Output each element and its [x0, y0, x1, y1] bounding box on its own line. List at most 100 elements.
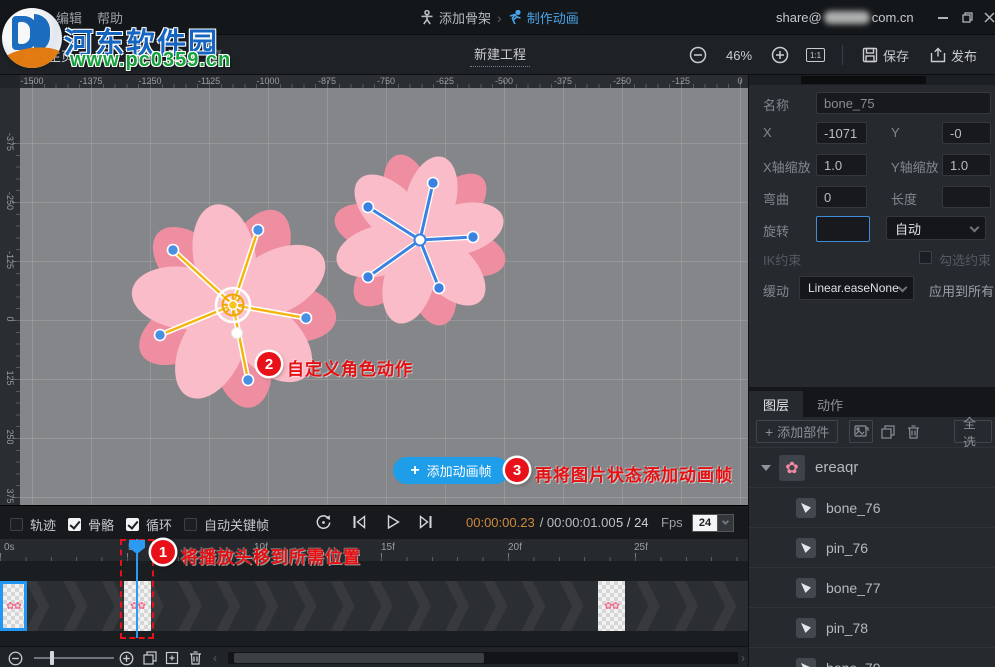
bone-icon	[796, 498, 816, 518]
keyframe-20[interactable]: ✿✿	[598, 581, 625, 631]
flower-left[interactable]	[128, 199, 340, 413]
fps-select[interactable]: 24	[692, 514, 734, 532]
project-name-field[interactable]: 新建工程	[470, 35, 530, 75]
play-icon	[385, 514, 401, 530]
length-field[interactable]	[942, 186, 991, 208]
vertical-ruler: -375-250 -1250 125250 375	[0, 88, 20, 505]
panel-scrollbar[interactable]	[749, 75, 995, 85]
add-animation-frame-button[interactable]: + 添加动画帧	[393, 457, 509, 484]
bend-label: 弯曲	[763, 189, 789, 208]
tree-row[interactable]: bone_77	[749, 567, 995, 607]
tree-row[interactable]: pin_78	[749, 607, 995, 647]
timeline-ruler[interactable]: 0s 5f 10f 15f 20f 25f	[0, 539, 748, 561]
tree-root-row[interactable]: ✿ ereaqr	[749, 447, 995, 487]
back-home-button[interactable]: ‹ 返回主页	[12, 35, 74, 75]
x-field[interactable]: -1071	[816, 122, 867, 144]
window-restore-button[interactable]	[956, 0, 978, 35]
zoom-level-display: 46%	[726, 35, 752, 75]
toggle-bones[interactable]: 骨骼	[68, 515, 114, 534]
prev-frame-button[interactable]	[349, 513, 369, 531]
zoom-out-button[interactable]	[689, 35, 707, 75]
delete-frame-button[interactable]	[185, 649, 205, 667]
copy-frame-button[interactable]	[140, 649, 160, 667]
duplicate-button[interactable]	[133, 35, 149, 75]
bones-checkbox[interactable]	[68, 518, 81, 531]
save-button[interactable]: 保存	[862, 35, 909, 75]
timeline-scrollbar-thumb[interactable]	[234, 653, 484, 663]
restart-button[interactable]	[313, 513, 333, 531]
keyframe-0[interactable]: ✿✿	[0, 581, 27, 631]
zoom-in-button[interactable]	[771, 35, 789, 75]
scroll-right-icon[interactable]: ›	[741, 651, 745, 665]
titlebar: 文件 编辑 帮助 添加骨架 › 制作动画 share@ com.cn	[0, 0, 995, 35]
tree-row[interactable]: pin_76	[749, 527, 995, 567]
menu-edit[interactable]: 编辑	[56, 0, 82, 35]
tween-band	[0, 581, 748, 631]
timeline-zoom-out-button[interactable]	[5, 649, 25, 667]
tab-actions[interactable]: 动作	[803, 391, 857, 417]
yscale-field[interactable]: 1.0	[942, 154, 991, 176]
plus-icon: +	[765, 424, 773, 440]
toggle-track[interactable]: 轨迹	[10, 515, 56, 534]
tab-layers[interactable]: 图层	[749, 391, 803, 417]
bone-joint-handle[interactable]	[232, 328, 243, 339]
step-make-animation[interactable]: 制作动画	[508, 8, 579, 27]
account-email: share@ com.cn	[776, 0, 914, 35]
loop-checkbox[interactable]	[126, 518, 139, 531]
rotate-field[interactable]	[816, 216, 870, 242]
save-icon	[862, 47, 878, 63]
rotate-mode-select[interactable]: 自动	[886, 216, 986, 240]
scroll-left-icon[interactable]: ‹	[213, 651, 217, 665]
menu-file[interactable]: 文件	[16, 0, 42, 35]
window-close-button[interactable]	[978, 0, 995, 35]
replace-image-button[interactable]	[849, 420, 873, 443]
publish-button[interactable]: 发布	[930, 35, 977, 75]
flower-right[interactable]	[329, 149, 511, 331]
paste-frame-button[interactable]	[162, 649, 182, 667]
timeline-zoom-slider-handle[interactable]	[50, 651, 54, 665]
bend-field[interactable]: 0	[816, 186, 867, 208]
name-field[interactable]: bone_75	[816, 92, 991, 114]
next-frame-button[interactable]	[416, 513, 436, 531]
undo-button[interactable]	[168, 35, 186, 75]
easing-select[interactable]: Linear.easeNone	[799, 276, 914, 300]
undo-icon	[168, 47, 186, 63]
annotation-badge-3: 3	[505, 458, 529, 482]
trash-icon	[189, 651, 202, 665]
xscale-field[interactable]: 1.0	[816, 154, 867, 176]
tree-row[interactable]: bone_76	[749, 487, 995, 527]
panel-scrollbar-thumb[interactable]	[801, 76, 926, 84]
select-all-button[interactable]: 全选	[954, 420, 992, 443]
bone-hub[interactable]	[415, 235, 426, 246]
y-field[interactable]: -0	[942, 122, 991, 144]
redo-button[interactable]	[204, 35, 222, 75]
track-checkbox[interactable]	[10, 518, 23, 531]
timeline-track[interactable]: ✿✿ ✿✿ ✿✿	[0, 561, 748, 646]
toggle-autokey[interactable]: 自动关键帧	[184, 515, 269, 534]
toggle-loop[interactable]: 循环	[126, 515, 172, 534]
zoom-reset-button[interactable]: 1:1	[806, 35, 825, 75]
delete-part-button[interactable]	[901, 420, 925, 443]
ik-check-label: 勾选约束	[939, 250, 991, 269]
timeline-zoom-in-button[interactable]	[116, 649, 136, 667]
tree-row[interactable]: bone_79	[749, 647, 995, 667]
caret-down-icon[interactable]	[761, 465, 771, 471]
new-file-button[interactable]	[100, 35, 116, 75]
stage-canvas[interactable]	[20, 88, 748, 505]
step-add-skeleton[interactable]: 添加骨架	[420, 8, 491, 27]
add-part-button[interactable]: + 添加部件	[756, 420, 838, 443]
timeline-zoom-slider[interactable]	[34, 657, 114, 659]
window-minimize-button[interactable]	[932, 0, 954, 35]
ik-checkbox[interactable]	[919, 251, 932, 264]
autokey-checkbox[interactable]	[184, 518, 197, 531]
menu-help[interactable]: 帮助	[97, 0, 123, 35]
duplicate-part-button[interactable]	[876, 420, 900, 443]
ruler-corner	[0, 75, 20, 88]
timeline-panel: 轨迹 骨骼 循环 自动关键帧	[0, 505, 748, 667]
zoom-in-icon	[771, 46, 789, 64]
x-label: X	[763, 125, 772, 140]
plus-icon: +	[410, 463, 419, 479]
play-button[interactable]	[383, 513, 403, 531]
timeline-scrollbar[interactable]	[228, 652, 738, 664]
apply-to-all-button[interactable]: 应用到所有	[929, 281, 994, 300]
